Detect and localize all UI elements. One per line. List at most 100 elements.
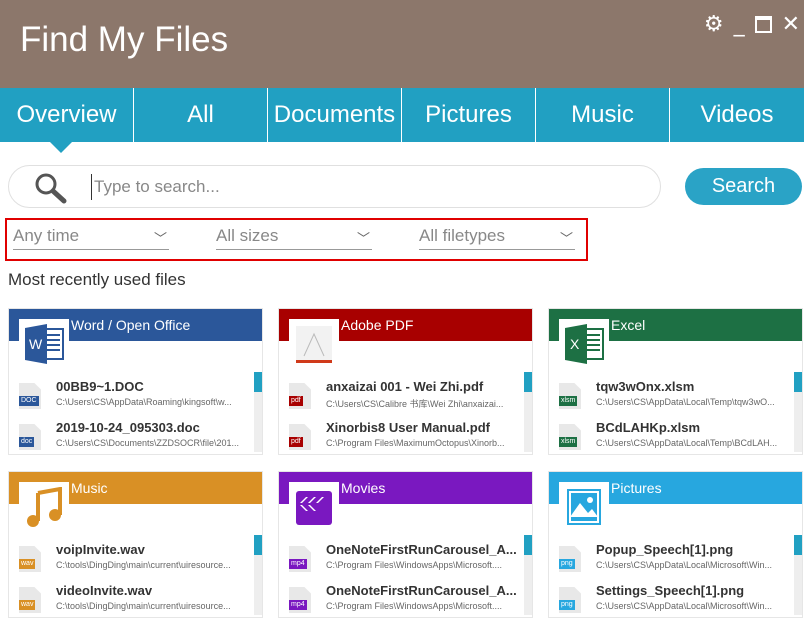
file-path: C:\Users\CS\AppData\Roaming\kingsoft\w..… <box>56 397 232 407</box>
card-title: Movies <box>341 480 386 496</box>
file-item[interactable]: mp4 OneNoteFirstRunCarousel_A... C:\Prog… <box>289 542 517 578</box>
scrollbar-thumb[interactable] <box>794 535 802 555</box>
scrollbar[interactable] <box>794 535 802 615</box>
search-button[interactable]: Search <box>685 168 802 205</box>
file-path: C:\tools\DingDing\main\current\uiresourc… <box>56 560 231 570</box>
card-title: Pictures <box>611 480 662 496</box>
file-type-badge: pdf <box>289 396 303 406</box>
file-type-badge: png <box>559 600 575 610</box>
file-type-badge: mp4 <box>289 600 307 610</box>
app-title: Find My Files <box>20 20 229 59</box>
scrollbar[interactable] <box>254 535 262 615</box>
svg-text:W: W <box>29 336 43 352</box>
file-name: Popup_Speech[1].png <box>596 542 734 557</box>
file-type-badge: DOC <box>19 396 39 406</box>
file-type-badge: wav <box>19 600 36 610</box>
tab-all[interactable]: All <box>134 88 268 142</box>
search-box <box>8 165 661 208</box>
file-item[interactable]: DOC 00BB9~1.DOC C:\Users\CS\AppData\Roam… <box>19 379 244 415</box>
tab-documents[interactable]: Documents <box>268 88 402 142</box>
file-type-badge: wav <box>19 559 36 569</box>
file-item[interactable]: png Settings_Speech[1].png C:\Users\CS\A… <box>559 583 784 617</box>
scrollbar-thumb[interactable] <box>794 372 802 392</box>
file-name: OneNoteFirstRunCarousel_A... <box>326 542 517 557</box>
file-name: BCdLAHKp.xlsm <box>596 420 701 435</box>
scrollbar-thumb[interactable] <box>254 372 262 392</box>
maximize-icon[interactable] <box>754 16 772 33</box>
scrollbar[interactable] <box>524 372 532 452</box>
tab-bar: Overview All Documents Pictures Music Vi… <box>0 88 804 153</box>
minimize-icon[interactable]: _ <box>734 12 745 37</box>
clapperboard-icon <box>289 482 339 532</box>
file-type-badge: xlsm <box>559 437 578 447</box>
card-title: Word / Open Office <box>71 317 191 333</box>
file-name: videoInvite.wav <box>56 583 153 598</box>
file-item[interactable]: pdf anxaizai 001 - Wei Zhi.pdf C:\Users\… <box>289 379 514 415</box>
file-name: Xinorbis8 User Manual.pdf <box>326 420 490 435</box>
section-title: Most recently used files <box>8 270 186 289</box>
tab-pictures[interactable]: Pictures <box>402 88 536 142</box>
category-card-excel[interactable]: X Excel xlsm tqw3wOnx.xlsm C:\Users\CS\A… <box>548 308 803 455</box>
file-item[interactable]: wav voipInvite.wav C:\tools\DingDing\mai… <box>19 542 244 578</box>
file-item[interactable]: png Popup_Speech[1].png C:\Users\CS\AppD… <box>559 542 784 578</box>
file-name: tqw3wOnx.xlsm <box>596 379 695 394</box>
category-card-pictures[interactable]: Pictures png Popup_Speech[1].png C:\User… <box>548 471 803 618</box>
file-path: C:\Users\CS\Documents\ZZDSOCR\file\201..… <box>56 438 240 448</box>
file-path: C:\Users\CS\AppData\Local\Microsoft\Win.… <box>596 560 773 570</box>
filetype-filter-dropdown[interactable]: All filetypes ﹀ <box>419 226 575 250</box>
file-item[interactable]: xlsm BCdLAHKp.xlsm C:\Users\CS\AppData\L… <box>559 420 784 454</box>
picture-icon <box>559 482 609 532</box>
size-filter-dropdown[interactable]: All sizes ﹀ <box>216 226 372 250</box>
file-name: anxaizai 001 - Wei Zhi.pdf <box>326 379 484 394</box>
file-path: C:\Users\CS\AppData\Local\Temp\BCdLAH... <box>596 438 778 448</box>
time-filter-dropdown[interactable]: Any time ﹀ <box>13 226 169 250</box>
tab-music[interactable]: Music <box>536 88 670 142</box>
file-item[interactable]: wav videoInvite.wav C:\tools\DingDing\ma… <box>19 583 244 617</box>
scrollbar-thumb[interactable] <box>524 535 532 555</box>
file-item[interactable]: xlsm tqw3wOnx.xlsm C:\Users\CS\AppData\L… <box>559 379 784 415</box>
tab-videos[interactable]: Videos <box>670 88 804 142</box>
chevron-down-icon: ﹀ <box>356 231 370 246</box>
chevron-down-icon: ﹀ <box>559 231 573 246</box>
svg-text:X: X <box>570 336 580 352</box>
file-path: C:\Program Files\MaximumOctopus\Xinorb..… <box>326 438 505 448</box>
file-type-badge: pdf <box>289 437 303 447</box>
file-name: 00BB9~1.DOC <box>56 379 144 394</box>
card-title: Excel <box>611 317 646 333</box>
close-icon[interactable]: ✕ <box>782 12 800 37</box>
file-path: C:\Users\CS\AppData\Local\Microsoft\Win.… <box>596 601 773 611</box>
file-type-badge: mp4 <box>289 559 307 569</box>
file-type-badge: png <box>559 559 575 569</box>
file-type-badge: doc <box>19 437 35 447</box>
file-item[interactable]: pdf Xinorbis8 User Manual.pdf C:\Program… <box>289 420 514 454</box>
category-card-word-open-office[interactable]: W Word / Open Office DOC 00BB9~1.DOC C:\… <box>8 308 263 455</box>
file-path: C:\Program Files\WindowsApps\Microsoft..… <box>326 601 503 611</box>
scrollbar[interactable] <box>254 372 262 452</box>
tab-overview[interactable]: Overview <box>0 88 134 153</box>
filter-bar: Any time ﹀ All sizes ﹀ All filetypes ﹀ <box>5 218 588 261</box>
file-name: voipInvite.wav <box>56 542 145 557</box>
word-icon: W <box>19 319 69 369</box>
excel-icon: X <box>559 319 609 369</box>
scrollbar[interactable] <box>794 372 802 452</box>
search-input[interactable] <box>91 174 631 200</box>
file-name: 2019-10-24_095303.doc <box>56 420 200 435</box>
time-filter-value: Any time <box>13 226 80 245</box>
size-filter-value: All sizes <box>216 226 279 245</box>
category-card-music[interactable]: Music wav voipInvite.wav C:\tools\DingDi… <box>8 471 263 618</box>
scrollbar-thumb[interactable] <box>254 535 262 555</box>
file-path: C:\tools\DingDing\main\current\uiresourc… <box>56 601 231 611</box>
card-title: Music <box>71 480 108 496</box>
file-item[interactable]: mp4 OneNoteFirstRunCarousel_A... C:\Prog… <box>289 583 517 617</box>
music-note-icon <box>19 482 69 532</box>
scrollbar-thumb[interactable] <box>524 372 532 392</box>
search-icon <box>35 173 67 204</box>
file-item[interactable]: doc 2019-10-24_095303.doc C:\Users\CS\Do… <box>19 420 244 454</box>
category-card-movies[interactable]: Movies mp4 OneNoteFirstRunCarousel_A... … <box>278 471 533 618</box>
chevron-down-icon: ﹀ <box>153 231 167 246</box>
category-card-adobe-pdf[interactable]: Adobe PDF pdf anxaizai 001 - Wei Zhi.pdf… <box>278 308 533 455</box>
file-type-badge: xlsm <box>559 396 578 406</box>
title-bar: Find My Files ⚙ _ ✕ <box>0 0 804 88</box>
scrollbar[interactable] <box>524 535 532 615</box>
gear-icon[interactable]: ⚙ <box>704 12 724 37</box>
